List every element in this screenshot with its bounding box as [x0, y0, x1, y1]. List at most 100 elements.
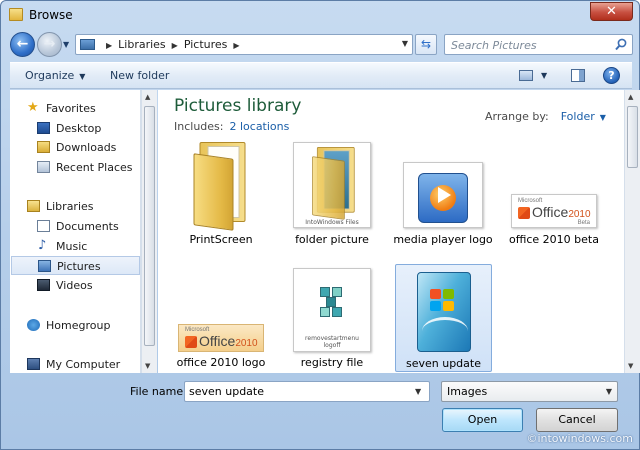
office-logo-icon [518, 207, 530, 219]
image-thumbnail [403, 162, 483, 228]
chevron-down-icon[interactable]: ▼ [541, 71, 547, 80]
nav-pictures[interactable]: Pictures [11, 256, 140, 275]
computer-icon [27, 358, 40, 370]
arrange-by: Arrange by: Folder ▼ [485, 110, 606, 123]
open-button[interactable]: Open [442, 408, 523, 432]
breadcrumb-pictures[interactable]: Pictures [184, 38, 228, 51]
file-list: Pictures library Includes: 2 locations Ar… [158, 90, 624, 373]
registry-icon [320, 287, 346, 317]
file-item-registry-file[interactable]: removestartmenu logoff registry file [277, 265, 387, 373]
file-type-select[interactable]: Images ▼ [441, 381, 618, 402]
address-bar[interactable]: ▶ Libraries ▶ Pictures ▶ ▼ [75, 34, 413, 55]
close-button[interactable]: ✕ [590, 2, 633, 21]
windows-logo-icon [429, 289, 456, 313]
file-item-label: office 2010 logo [176, 356, 266, 369]
navigation-scrollbar[interactable]: ▲ ▼ [141, 90, 157, 373]
nav-favorites[interactable]: ★ Favorites [10, 99, 140, 118]
file-item-folder-picture[interactable]: IntoWindows Files folder picture [277, 142, 387, 254]
file-item-media-player-logo[interactable]: media player logo [388, 142, 498, 254]
nav-documents[interactable]: Documents [10, 217, 140, 236]
scroll-up-icon[interactable]: ▲ [145, 93, 150, 101]
image-thumbnail: Microsoft Office2010 Beta [511, 194, 597, 228]
nav-desktop[interactable]: Desktop [10, 119, 140, 138]
image-thumbnail: removestartmenu logoff [293, 268, 371, 352]
scrollbar-thumb[interactable] [627, 106, 638, 168]
recent-places-icon [37, 161, 50, 173]
scrollbar-thumb[interactable] [144, 106, 155, 346]
arrange-dropdown[interactable]: Folder [561, 110, 595, 123]
file-list-scrollbar[interactable]: ▲ ▼ [624, 90, 640, 373]
nav-label: Videos [56, 279, 93, 292]
library-includes: Includes: 2 locations [174, 120, 289, 133]
nav-libraries[interactable]: Libraries [10, 197, 140, 216]
logo-product: Office [199, 333, 236, 349]
chevron-right-icon[interactable]: ▶ [227, 41, 245, 50]
watermark: ©intowindows.com [526, 432, 633, 445]
file-item-label: PrintScreen [189, 233, 253, 246]
locations-link[interactable]: 2 locations [229, 120, 289, 133]
back-button[interactable]: ← [10, 32, 35, 57]
chevron-down-icon: ▼ [79, 72, 86, 81]
file-item-printscreen[interactable]: PrintScreen [166, 142, 276, 254]
file-item-office-2010-beta[interactable]: Microsoft Office2010 Beta office 2010 be… [499, 142, 609, 254]
chevron-down-icon: ▼ [605, 387, 612, 396]
nav-my-computer[interactable]: My Computer [10, 355, 140, 373]
desktop-icon [37, 122, 50, 134]
file-name-dropdown[interactable]: ▼ [415, 387, 421, 396]
logo-product: Office [532, 204, 569, 220]
file-item-office-2010-logo[interactable]: Microsoft Office2010 office 2010 logo [166, 265, 276, 373]
office-logo: Microsoft Office2010 Beta [518, 198, 591, 226]
file-item-seven-update[interactable]: seven update [395, 264, 492, 372]
forward-button[interactable]: → [37, 32, 62, 57]
arrow-left-icon: ← [16, 36, 29, 52]
preview-pane-icon[interactable] [571, 69, 585, 82]
new-folder-button[interactable]: New folder [110, 69, 169, 82]
address-dropdown[interactable]: ▼ [402, 39, 408, 48]
nav-label: Music [56, 240, 88, 253]
refresh-button[interactable]: ⇆ [415, 34, 437, 55]
search-input[interactable]: Search Pictures [444, 34, 633, 55]
libraries-icon [27, 200, 40, 212]
nav-downloads[interactable]: Downloads [10, 138, 140, 157]
search-icon[interactable] [615, 38, 627, 51]
nav-label: Downloads [56, 141, 117, 154]
recent-pages-dropdown[interactable]: ▼ [63, 40, 69, 49]
cancel-button[interactable]: Cancel [536, 408, 618, 432]
nav-music[interactable]: ♪ Music [10, 237, 140, 256]
nav-label: Documents [56, 220, 119, 233]
window-title: Browse [29, 8, 73, 22]
includes-label: Includes: [174, 120, 224, 133]
organize-button[interactable]: Organize ▼ [25, 69, 85, 82]
nav-label: Homegroup [46, 319, 111, 332]
library-icon [80, 39, 95, 50]
breadcrumb-libraries[interactable]: Libraries [118, 38, 166, 51]
chevron-down-icon[interactable]: ▼ [600, 113, 606, 122]
nav-label: Desktop [56, 122, 102, 135]
office-logo-icon [185, 336, 197, 348]
chevron-right-icon[interactable]: ▶ [100, 41, 118, 50]
title-bar[interactable]: Browse ✕ [1, 1, 639, 29]
scroll-down-icon[interactable]: ▼ [628, 362, 633, 370]
downloads-folder-icon [37, 141, 50, 153]
help-icon[interactable]: ? [603, 67, 620, 84]
nav-label: Libraries [46, 200, 94, 213]
breadcrumb: ▶ Libraries ▶ Pictures ▶ [100, 38, 246, 51]
nav-recent-places[interactable]: Recent Places [10, 158, 140, 177]
scroll-up-icon[interactable]: ▲ [628, 93, 633, 101]
file-item-label: media player logo [393, 233, 493, 246]
nav-videos[interactable]: Videos [10, 276, 140, 295]
documents-icon [37, 220, 50, 232]
nav-label: Recent Places [56, 161, 133, 174]
logo-year: 2010 [235, 338, 258, 349]
chevron-right-icon[interactable]: ▶ [166, 41, 184, 50]
thumbnail-caption: removestartmenu logoff [305, 335, 359, 349]
image-thumbnail: Microsoft Office2010 [178, 324, 264, 352]
close-icon: ✕ [606, 4, 617, 19]
logo-tag: Beta [577, 220, 590, 226]
file-name-input[interactable] [184, 381, 430, 402]
view-icon[interactable] [519, 70, 533, 81]
nav-homegroup[interactable]: Homegroup [10, 316, 140, 335]
command-bar: Organize ▼ New folder ▼ ? [10, 62, 632, 89]
image-thumbnail [405, 268, 483, 354]
scroll-down-icon[interactable]: ▼ [145, 362, 150, 370]
